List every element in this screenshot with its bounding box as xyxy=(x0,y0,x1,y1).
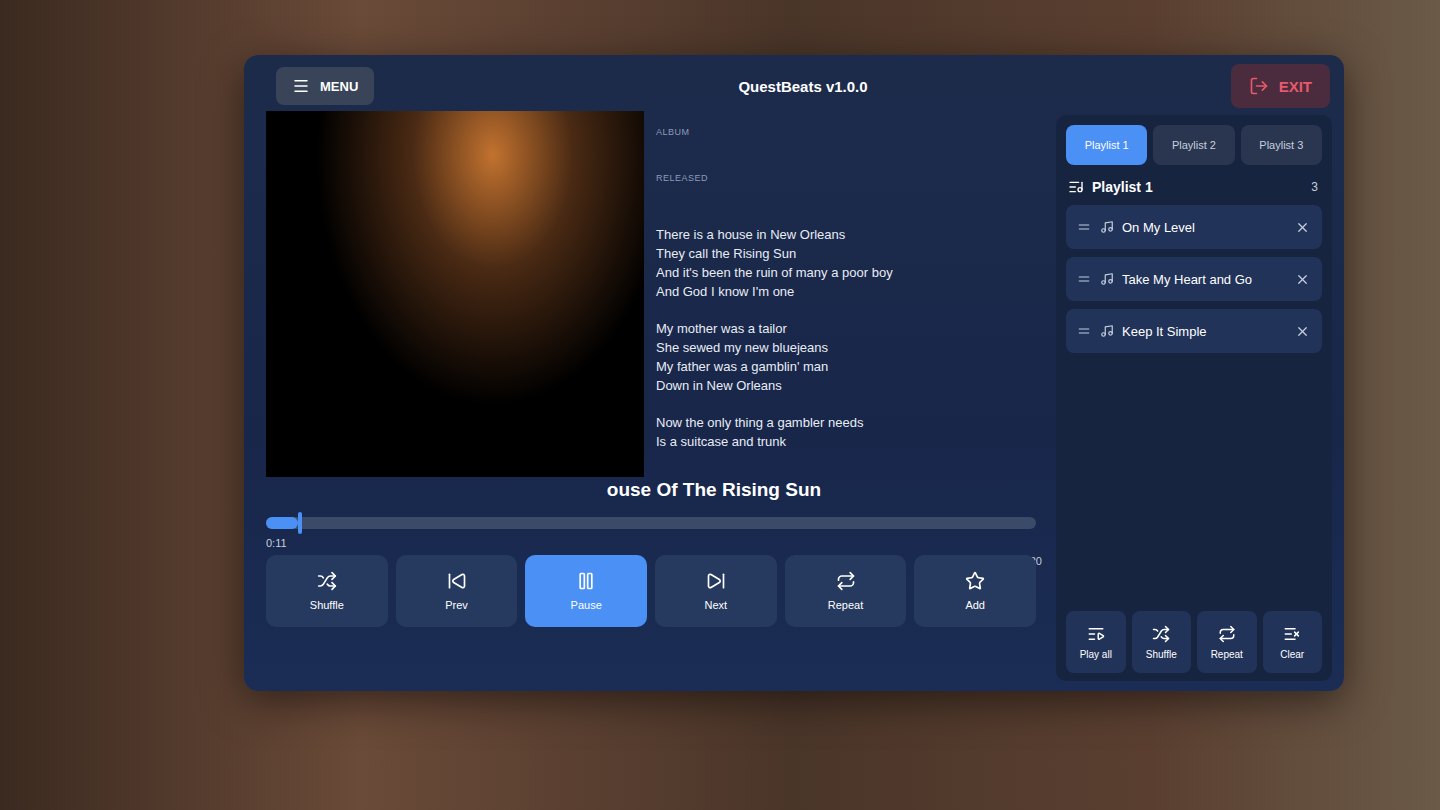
playlist-action-button[interactable]: Repeat xyxy=(1197,611,1257,673)
progress-bar[interactable] xyxy=(266,517,1036,529)
lyrics-line: Down in New Orleans xyxy=(656,376,893,395)
lyrics-line: And God I know I'm one xyxy=(656,282,893,301)
control-button[interactable]: Prev xyxy=(396,555,518,627)
drag-handle-icon[interactable] xyxy=(1076,323,1092,339)
remove-icon[interactable] xyxy=(1295,272,1310,287)
track-info-row: ALBUM RELEASED There is a house in New Orl… xyxy=(266,111,1042,477)
playlist-title: Playlist 1 xyxy=(1092,179,1303,195)
player-panel: MENU QuestBeats v1.0.0 EXIT ALBUM RELEASED Th… xyxy=(244,55,1344,691)
clear-list-icon xyxy=(1283,625,1301,643)
song-name: Keep It Simple xyxy=(1122,324,1287,339)
song-name: Take My Heart and Go xyxy=(1122,272,1287,287)
spacer xyxy=(1066,353,1322,611)
playlist-tab[interactable]: Playlist 1 xyxy=(1066,125,1147,165)
control-button[interactable]: Pause xyxy=(525,555,647,627)
progress-fill xyxy=(266,517,298,529)
playlist-tabs: Playlist 1Playlist 2Playlist 3 xyxy=(1066,125,1322,165)
control-button[interactable]: Repeat xyxy=(785,555,907,627)
track-details: ALBUM RELEASED There is a house in New Orl… xyxy=(656,111,893,477)
player-controls: ShufflePrevPauseNextRepeatAdd xyxy=(266,555,1042,627)
playlist-sidebar: Playlist 1Playlist 2Playlist 3Playlist 1… xyxy=(1056,115,1332,681)
released-label: RELEASED xyxy=(656,173,893,183)
menu-button[interactable]: MENU xyxy=(276,67,374,105)
exit-icon xyxy=(1249,76,1269,96)
lyrics-line: Is a suitcase and trunk xyxy=(656,432,893,451)
previous-icon xyxy=(447,571,467,591)
playlist-heading: Playlist 1 3 xyxy=(1068,179,1318,195)
drag-handle-icon[interactable] xyxy=(1076,219,1092,235)
playlist-action-button[interactable]: Play all xyxy=(1066,611,1126,673)
music-note-icon xyxy=(1100,220,1114,234)
play-all-icon xyxy=(1087,625,1105,643)
playlist-action-button[interactable]: Clear xyxy=(1263,611,1323,673)
lyrics-stanza: There is a house in New OrleansThey call… xyxy=(656,225,893,301)
lyrics-line: My mother was a tailor xyxy=(656,319,893,338)
next-icon xyxy=(706,571,726,591)
playlist-items: On My Level Take My Heart and Go Keep It S… xyxy=(1066,205,1322,353)
vr-room: MENU QuestBeats v1.0.0 EXIT ALBUM RELEASED Th… xyxy=(0,0,1440,810)
playlist-action-button[interactable]: Shuffle xyxy=(1132,611,1192,673)
playlist-tab[interactable]: Playlist 3 xyxy=(1241,125,1322,165)
lyrics: There is a house in New OrleansThey call… xyxy=(656,225,893,451)
progress-thumb[interactable] xyxy=(298,512,302,534)
lyrics-stanza: My mother was a tailorShe sewed my new b… xyxy=(656,319,893,395)
shuffle-icon xyxy=(317,571,337,591)
remove-icon[interactable] xyxy=(1295,220,1310,235)
remove-icon[interactable] xyxy=(1295,324,1310,339)
playlist-actions: Play allShuffleRepeatClear xyxy=(1066,611,1322,673)
lyrics-line: They call the Rising Sun xyxy=(656,244,893,263)
header: MENU QuestBeats v1.0.0 EXIT xyxy=(244,55,1344,111)
shuffle-icon xyxy=(1152,625,1170,643)
lyrics-stanza: Now the only thing a gambler needsIs a s… xyxy=(656,413,893,451)
now-playing: ALBUM RELEASED There is a house in New Orl… xyxy=(266,111,1042,681)
playlist-item[interactable]: Take My Heart and Go xyxy=(1066,257,1322,301)
drag-handle-icon[interactable] xyxy=(1076,271,1092,287)
album-label: ALBUM xyxy=(656,127,893,137)
lyrics-line: She sewed my new bluejeans xyxy=(656,338,893,357)
playlist-tab[interactable]: Playlist 2 xyxy=(1153,125,1234,165)
pause-icon xyxy=(576,571,596,591)
album-art xyxy=(266,111,644,477)
lyrics-line: Now the only thing a gambler needs xyxy=(656,413,893,432)
lyrics-line: My father was a gamblin' man xyxy=(656,357,893,376)
lyrics-line: There is a house in New Orleans xyxy=(656,225,893,244)
lyrics-line: And it's been the ruin of many a poor bo… xyxy=(656,263,893,282)
control-button[interactable]: Add xyxy=(914,555,1036,627)
repeat-icon xyxy=(1218,625,1236,643)
playlist-item[interactable]: Keep It Simple xyxy=(1066,309,1322,353)
playlist-icon xyxy=(1068,179,1084,195)
playlist-item[interactable]: On My Level xyxy=(1066,205,1322,249)
star-icon xyxy=(965,571,985,591)
app-title: QuestBeats v1.0.0 xyxy=(738,78,867,95)
song-name: On My Level xyxy=(1122,220,1287,235)
track-title: ouse Of The Rising Sun xyxy=(266,479,1042,501)
repeat-icon xyxy=(836,571,856,591)
body: ALBUM RELEASED There is a house in New Orl… xyxy=(244,111,1344,691)
menu-icon xyxy=(292,77,310,95)
music-note-icon xyxy=(1100,272,1114,286)
exit-button[interactable]: EXIT xyxy=(1231,64,1330,108)
control-button[interactable]: Shuffle xyxy=(266,555,388,627)
music-note-icon xyxy=(1100,324,1114,338)
control-button[interactable]: Next xyxy=(655,555,777,627)
playlist-count: 3 xyxy=(1311,180,1318,194)
